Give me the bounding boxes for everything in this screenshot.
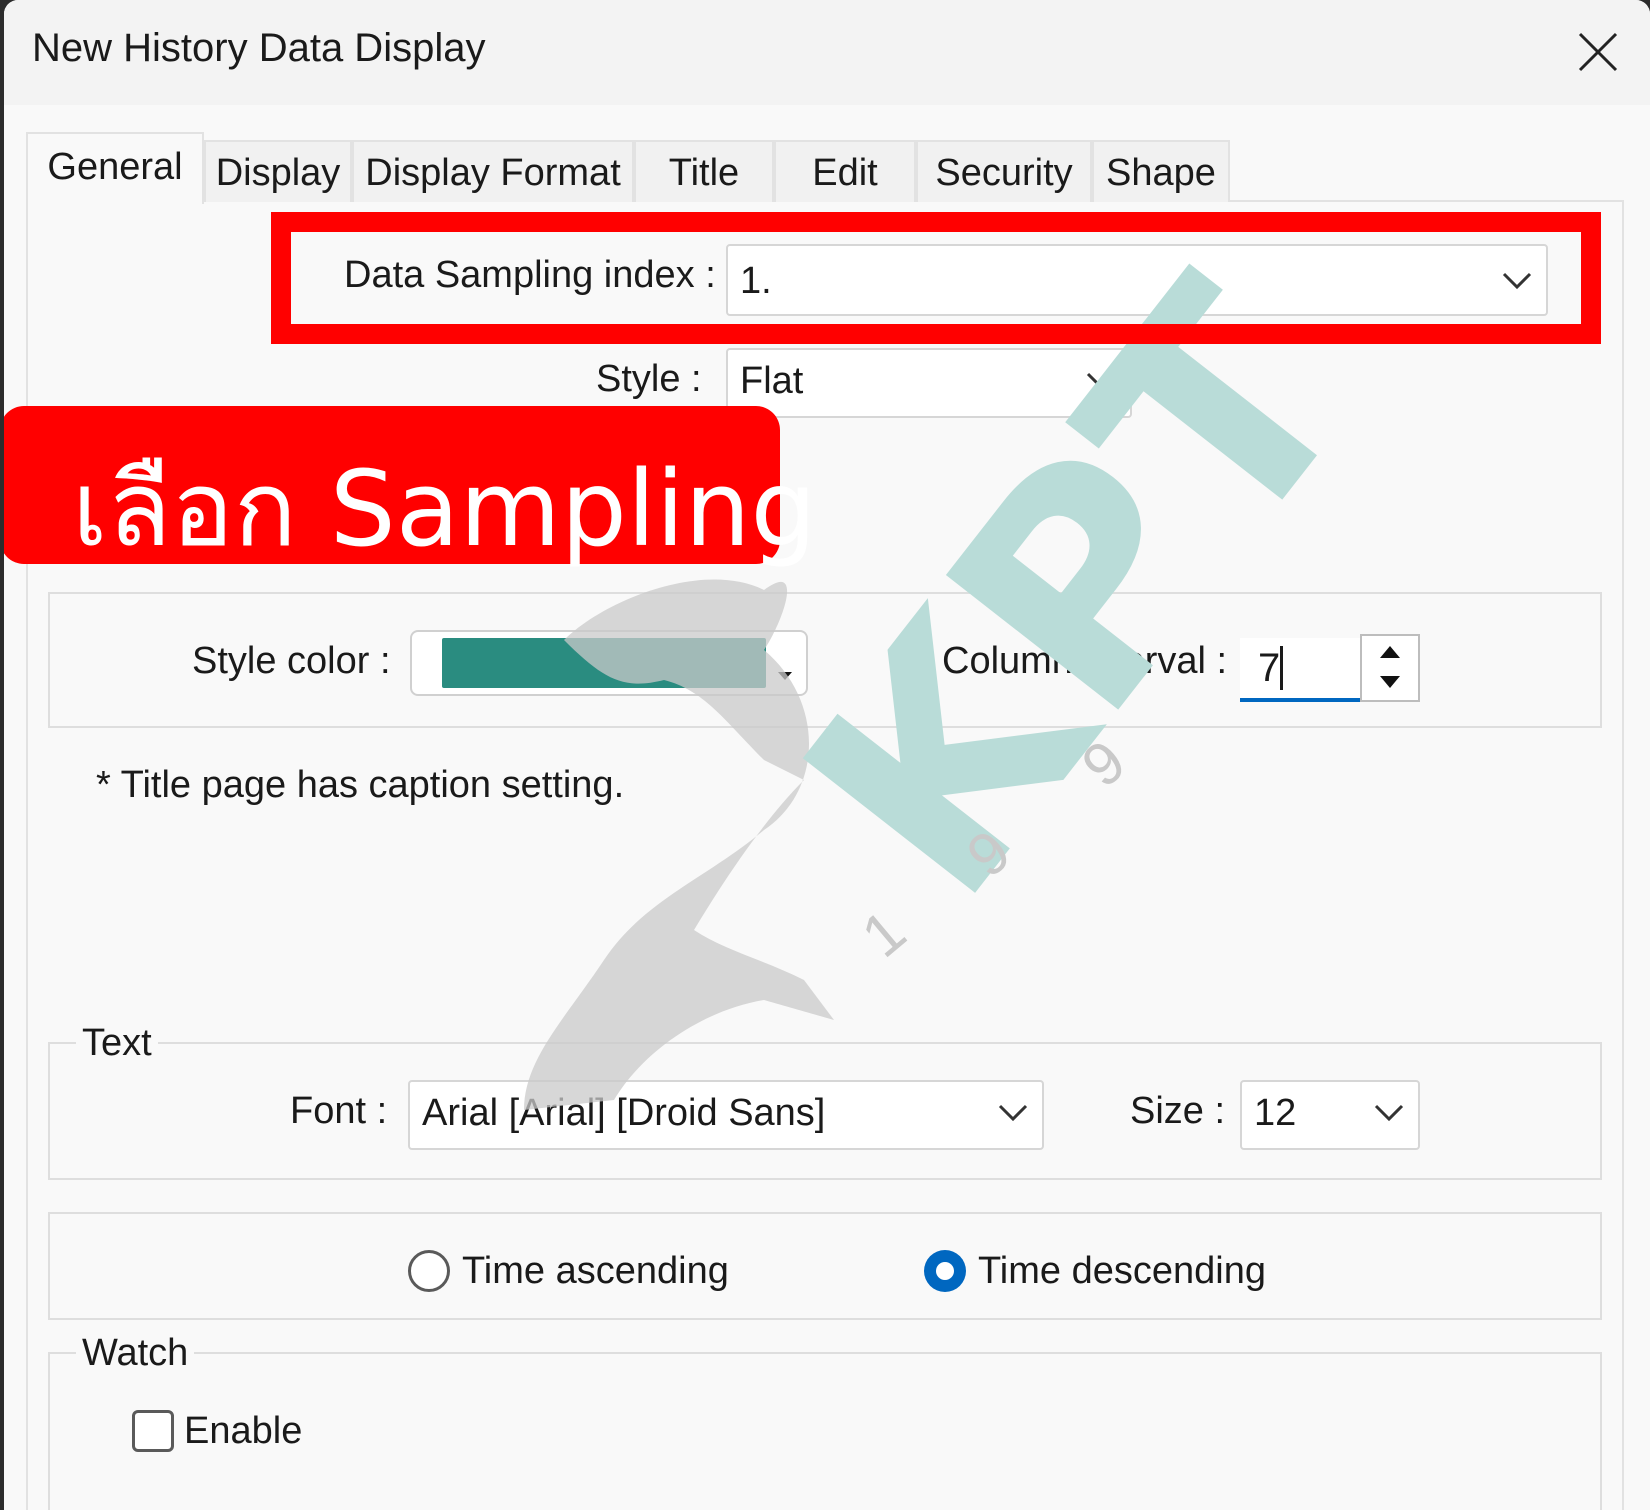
font-value: Arial [Arial] [Droid Sans]	[422, 1092, 826, 1134]
time-descending-radio[interactable]	[924, 1250, 966, 1292]
tab-shape[interactable]: Shape	[1092, 140, 1230, 202]
caption-note: * Title page has caption setting.	[96, 764, 625, 806]
time-descending-label[interactable]: Time descending	[978, 1250, 1266, 1293]
tab-edit[interactable]: Edit	[774, 140, 916, 202]
history-data-display-dialog: KPT 1 9 9 New History Data Display Gener…	[4, 0, 1650, 1510]
style-dropdown[interactable]: Flat	[726, 348, 1132, 418]
tab-display-format[interactable]: Display Format	[352, 140, 634, 202]
size-dropdown[interactable]: 12	[1240, 1080, 1420, 1150]
style-label: Style :	[596, 358, 702, 400]
time-order-group	[48, 1212, 1602, 1320]
chevron-down-icon	[1086, 372, 1116, 390]
text-caret	[1280, 646, 1283, 690]
highlight-box	[271, 212, 1601, 344]
watch-group-legend: Watch	[76, 1332, 195, 1375]
close-icon	[1578, 32, 1618, 72]
column-interval-spinner	[1360, 634, 1420, 702]
enable-label[interactable]: Enable	[184, 1410, 302, 1453]
tab-security[interactable]: Security	[916, 140, 1092, 202]
time-ascending-label[interactable]: Time ascending	[462, 1250, 729, 1293]
time-ascending-radio[interactable]	[408, 1250, 450, 1292]
column-interval-input[interactable]: 7	[1240, 638, 1360, 702]
window-title: New History Data Display	[32, 26, 486, 70]
tab-general[interactable]: General	[26, 132, 204, 204]
arrow-up-icon	[1380, 646, 1400, 658]
tab-display[interactable]: Display	[204, 140, 352, 202]
style-color-swatch	[442, 638, 766, 688]
font-label: Font :	[290, 1090, 388, 1132]
close-button[interactable]	[1560, 14, 1636, 90]
arrow-down-icon	[1380, 676, 1400, 688]
caret-down-icon	[778, 672, 792, 680]
style-color-label: Style color :	[192, 640, 391, 682]
spin-up-button[interactable]	[1362, 636, 1418, 668]
size-label: Size :	[1130, 1090, 1226, 1132]
size-value: 12	[1254, 1092, 1297, 1134]
column-interval-label: Column interval :	[942, 640, 1228, 682]
style-color-picker[interactable]	[410, 630, 808, 696]
spin-down-button[interactable]	[1362, 668, 1418, 700]
chevron-down-icon	[1374, 1104, 1404, 1122]
font-dropdown[interactable]: Arial [Arial] [Droid Sans]	[408, 1080, 1044, 1150]
callout-text: เลือก Sampling	[72, 448, 817, 570]
enable-checkbox[interactable]	[132, 1410, 174, 1452]
annotation-callout: เลือก Sampling	[4, 406, 817, 570]
text-group-legend: Text	[76, 1022, 158, 1065]
column-interval-value: 7	[1258, 646, 1281, 690]
style-value: Flat	[740, 360, 804, 402]
tab-title[interactable]: Title	[634, 140, 774, 202]
title-bar: New History Data Display	[4, 0, 1650, 105]
chevron-down-icon	[998, 1104, 1028, 1122]
